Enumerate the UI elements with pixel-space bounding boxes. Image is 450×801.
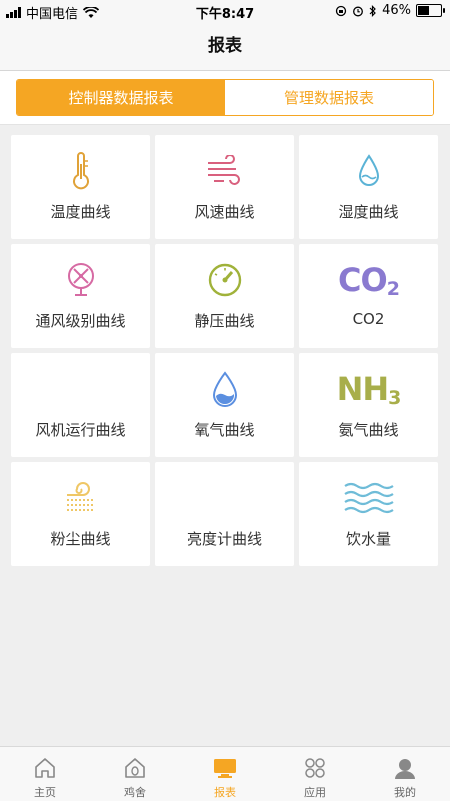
water-drop-icon	[358, 154, 379, 186]
tile-ventilation-level[interactable]: 通风级别曲线	[11, 244, 150, 348]
tab-controller-report[interactable]: 控制器数据报表	[17, 80, 225, 115]
tile-label: 温度曲线	[50, 203, 111, 221]
tile-fan-operation[interactable]: 风机运行曲线	[11, 353, 150, 457]
tile-label: 粉尘曲线	[50, 530, 111, 548]
bottom-tab-bar: 主页 鸡舍 报表 应用 我的	[0, 746, 450, 801]
tile-temperature[interactable]: 温度曲线	[11, 135, 150, 239]
battery-icon	[416, 4, 445, 17]
thermometer-icon	[72, 152, 89, 190]
tab-management-report[interactable]: 管理数据报表	[225, 80, 433, 115]
tab-apps[interactable]: 应用	[270, 747, 360, 801]
tile-label: 氧气曲线	[194, 421, 255, 439]
wind-icon	[207, 155, 240, 185]
rotation-lock-icon	[335, 5, 347, 16]
water-waves-icon	[343, 482, 394, 514]
fan-icon	[67, 263, 94, 296]
bluetooth-icon	[369, 4, 376, 17]
battery-percent: 46%	[382, 3, 411, 18]
tile-label: 风速曲线	[194, 203, 255, 221]
page-title: 报表	[0, 22, 450, 71]
home-icon	[35, 758, 55, 778]
oxygen-drop-icon	[212, 371, 237, 407]
tile-ammonia[interactable]: NH3 氨气曲线	[299, 353, 438, 457]
tab-henhouse[interactable]: 鸡舍	[90, 747, 180, 801]
tile-label: 静压曲线	[194, 312, 255, 330]
nh3-icon: NH3	[336, 369, 402, 409]
tab-label: 我的	[394, 786, 416, 799]
segment-container: 控制器数据报表 管理数据报表	[0, 71, 450, 125]
report-type-segment: 控制器数据报表 管理数据报表	[16, 79, 434, 116]
tab-label: 报表	[214, 786, 236, 799]
tile-label: 氨气曲线	[338, 421, 399, 439]
tab-home[interactable]: 主页	[0, 747, 90, 801]
gauge-icon	[208, 263, 241, 297]
apps-icon	[305, 758, 325, 778]
henhouse-icon	[125, 758, 145, 778]
tile-oxygen[interactable]: 氧气曲线	[155, 353, 294, 457]
tab-label: 鸡舍	[124, 786, 146, 799]
report-grid: 温度曲线 风速曲线 湿度曲线 通风级别曲线 静压曲线 CO2 CO2 风机运行曲…	[11, 135, 439, 566]
tile-label: 风机运行曲线	[35, 421, 126, 439]
tile-label: 饮水量	[345, 530, 391, 548]
tab-report[interactable]: 报表	[180, 747, 270, 801]
tile-label: CO2	[352, 310, 385, 328]
alarm-icon	[353, 6, 364, 16]
tile-wind-speed[interactable]: 风速曲线	[155, 135, 294, 239]
tile-co2[interactable]: CO2 CO2	[299, 244, 438, 348]
status-bar: 中国电信 下午8:47 46%	[0, 0, 450, 22]
tile-brightness[interactable]: 亮度计曲线	[155, 462, 294, 566]
report-monitor-icon	[214, 759, 236, 778]
dust-icon	[66, 482, 95, 511]
tile-label: 湿度曲线	[338, 203, 399, 221]
tab-profile[interactable]: 我的	[360, 747, 450, 801]
tile-label: 亮度计曲线	[186, 530, 262, 548]
tile-label: 通风级别曲线	[35, 312, 126, 330]
tab-label: 主页	[34, 786, 56, 799]
profile-icon	[395, 759, 415, 779]
tile-static-pressure[interactable]: 静压曲线	[155, 244, 294, 348]
tab-label: 应用	[304, 786, 326, 799]
tile-humidity[interactable]: 湿度曲线	[299, 135, 438, 239]
tile-dust[interactable]: 粉尘曲线	[11, 462, 150, 566]
co2-icon: CO2	[338, 260, 400, 300]
tile-water-intake[interactable]: 饮水量	[299, 462, 438, 566]
